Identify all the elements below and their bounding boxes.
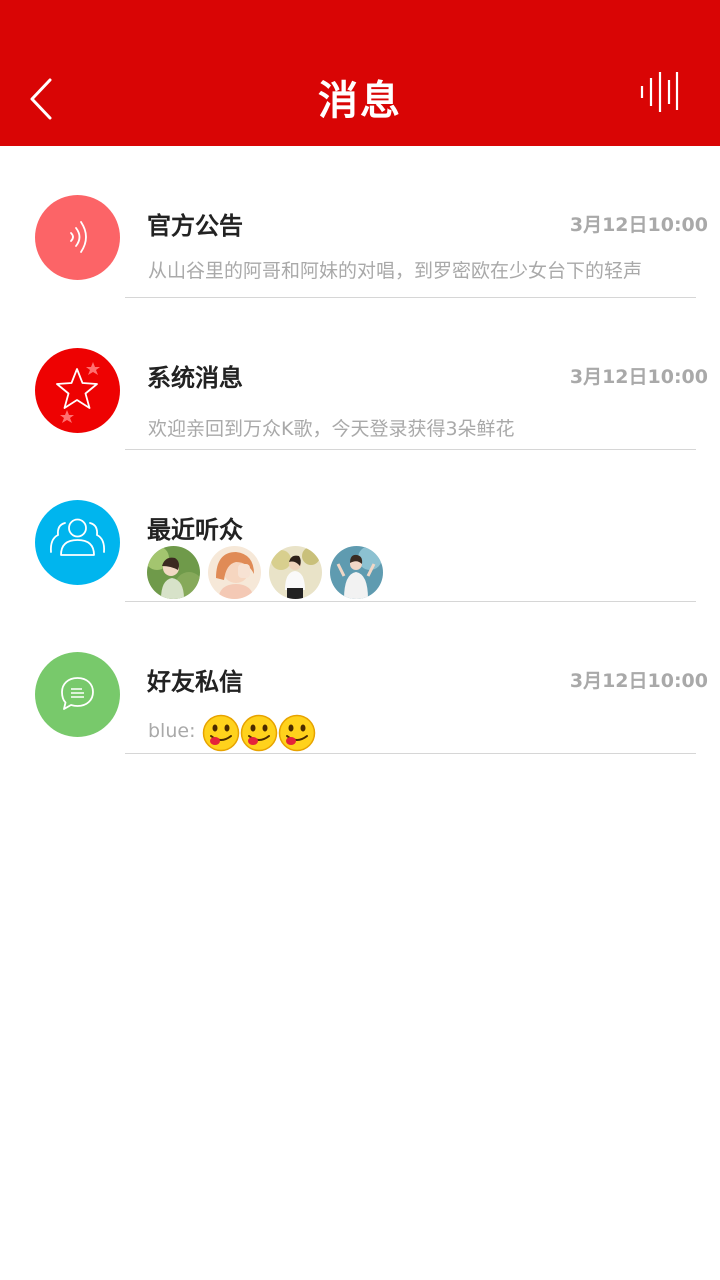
message-row-private-messages[interactable]: 好友私信 3月12日10:00 (0, 602, 720, 754)
users-icon (49, 518, 106, 556)
tongue-smiley-emoji-icon (278, 714, 316, 752)
listener-avatar-3[interactable] (269, 546, 322, 599)
system-avatar (35, 348, 120, 433)
message-preview: 欢迎亲回到万众K歌，今天登录获得3朵鲜花 (148, 418, 515, 440)
message-title: 官方公告 (147, 212, 243, 240)
star-icon (56, 362, 100, 423)
listeners-avatar (35, 500, 120, 585)
tongue-smiley-emoji-icon (202, 714, 240, 752)
sound-wave-icon (640, 72, 679, 112)
message-title: 好友私信 (147, 668, 243, 696)
listener-avatar-2[interactable] (208, 546, 261, 599)
sound-wave-button[interactable] (636, 70, 682, 114)
top-app-bar: 消息 (0, 0, 720, 146)
page-title: 消息 (318, 78, 402, 124)
broadcast-icon (70, 221, 87, 253)
listener-avatar-4[interactable] (330, 546, 383, 599)
message-time: 3月12日10:00 (569, 366, 708, 388)
tongue-smiley-emoji-icon (240, 714, 278, 752)
message-row-announcement[interactable]: 官方公告 3月12日10:00 从山谷里的阿哥和阿妹的对唱，到罗密欧在少女台下的… (0, 146, 720, 298)
message-title: 最近听众 (147, 516, 243, 544)
message-title: 系统消息 (147, 364, 243, 392)
message-row-system[interactable]: 系统消息 3月12日10:00 欢迎亲回到万众K歌，今天登录获得3朵鲜花 (0, 298, 720, 450)
chat-bubble-icon (61, 677, 94, 710)
listener-avatar-1[interactable] (147, 546, 200, 599)
divider (125, 753, 696, 754)
private-messages-avatar (35, 652, 120, 737)
announcement-avatar (35, 195, 120, 280)
message-preview: 从山谷里的阿哥和阿妹的对唱，到罗密欧在少女台下的轻声 (148, 260, 643, 282)
message-sender: blue: (148, 720, 196, 742)
message-time: 3月12日10:00 (569, 670, 708, 692)
message-time: 3月12日10:00 (569, 214, 708, 236)
